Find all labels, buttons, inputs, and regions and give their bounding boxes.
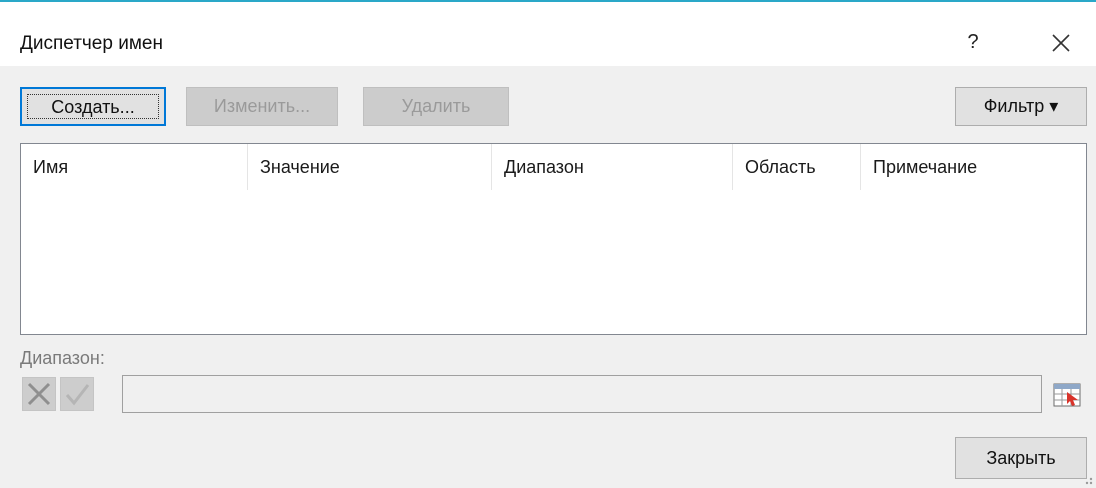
column-header-scope[interactable]: Область [733,144,860,190]
resize-grip-icon[interactable] [1081,473,1093,485]
name-manager-dialog: Диспетчер имен ? Создать... Изменить... … [0,0,1096,488]
column-header-value[interactable]: Значение [248,144,491,190]
column-header-comment[interactable]: Примечание [861,144,1086,190]
column-header-range[interactable]: Диапазон [492,144,732,190]
edit-button[interactable]: Изменить... [186,87,338,126]
create-button[interactable]: Создать... [20,87,166,126]
delete-button-label: Удалить [401,96,471,116]
dialog-title: Диспетчер имен [20,33,163,54]
close-window-button[interactable] [1046,28,1076,58]
filter-button[interactable]: Фильтр ▾ [955,87,1087,126]
filter-button-label: Фильтр ▾ [983,96,1059,116]
range-picker-icon [1053,383,1081,407]
range-label: Диапазон: [20,348,105,368]
list-header: Имя Значение Диапазон Область Примечание [21,144,1086,190]
confirm-range-button[interactable] [60,377,94,411]
focus-ring [27,94,159,119]
edit-button-label: Изменить... [213,96,311,116]
cross-icon [27,382,51,406]
close-button-label: Закрыть [986,448,1056,468]
column-header-name[interactable]: Имя [21,144,247,190]
title-bar: Диспетчер имен ? [0,2,1096,66]
help-button[interactable]: ? [958,26,988,58]
close-icon [1052,34,1070,52]
names-list[interactable]: Имя Значение Диапазон Область Примечание [20,143,1087,335]
range-input[interactable] [122,375,1042,413]
delete-button[interactable]: Удалить [363,87,509,126]
close-button[interactable]: Закрыть [955,437,1087,479]
cancel-range-button[interactable] [22,377,56,411]
check-icon [65,384,90,406]
range-picker-button[interactable] [1050,378,1084,412]
